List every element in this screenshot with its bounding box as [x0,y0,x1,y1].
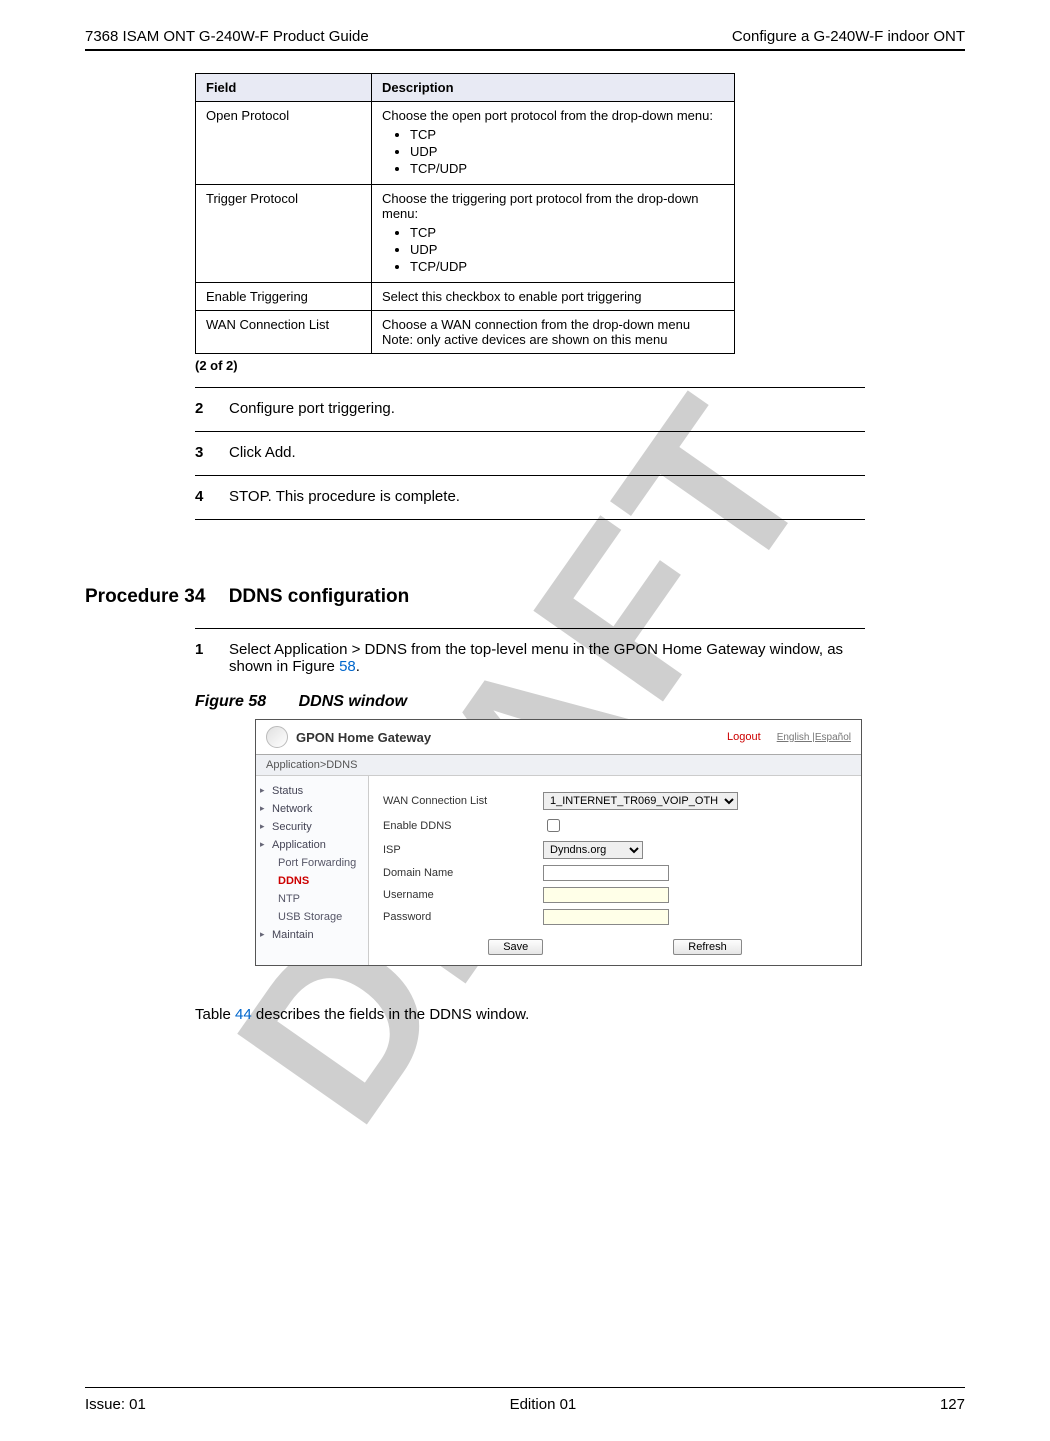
col-field: Field [196,74,372,102]
procedure-heading: Procedure 34 DDNS configuration [85,586,965,608]
language-links[interactable]: English |Español [777,732,851,743]
cell-desc: Choose a WAN connection from the drop-do… [372,311,735,354]
step-number: 2 [195,400,229,417]
cell-field: Open Protocol [196,102,372,185]
step-number: 4 [195,488,229,505]
sidebar-item-application[interactable]: Application [256,836,368,854]
figure-link[interactable]: 58 [339,658,356,675]
step: 2 Configure port triggering. [195,400,865,417]
procedure-title: DDNS configuration [229,586,410,607]
figure-title: DDNS window [299,693,407,710]
sidebar-item-network[interactable]: Network [256,800,368,818]
step-separator [195,519,865,520]
header-rule [85,49,965,51]
parameter-table: Field Description Open Protocol Choose t… [195,73,735,354]
sidebar-item-security[interactable]: Security [256,818,368,836]
domain-label: Domain Name [383,867,543,879]
breadcrumb: Application>DDNS [256,755,861,776]
step: 3 Click Add. [195,444,865,461]
isp-label: ISP [383,844,543,856]
save-button[interactable]: Save [488,939,543,955]
figure-heading: Figure 58 DDNS window [195,693,965,711]
password-input[interactable] [543,909,669,925]
step-separator [195,475,865,476]
table-link[interactable]: 44 [235,1006,252,1023]
refresh-button[interactable]: Refresh [673,939,742,955]
table-footer: (2 of 2) [195,358,965,373]
gpon-title: GPON Home Gateway [296,730,431,745]
table-row: Open Protocol Choose the open port proto… [196,102,735,185]
cell-field: Enable Triggering [196,283,372,311]
after-figure-text: Table 44 describes the fields in the DDN… [195,1006,965,1023]
procedure-label: Procedure 34 [85,586,205,607]
password-label: Password [383,911,543,923]
col-description: Description [372,74,735,102]
step-text: STOP. This procedure is complete. [229,488,460,505]
table-row: Enable Triggering Select this checkbox t… [196,283,735,311]
step-separator [195,628,865,629]
sidebar-item-ntp[interactable]: NTP [256,890,368,908]
step-separator [195,431,865,432]
username-input[interactable] [543,887,669,903]
step-text: Click Add. [229,444,296,461]
step-text: Configure port triggering. [229,400,395,417]
footer-rule [85,1387,965,1388]
logo-icon [266,726,288,748]
page-number: 127 [940,1396,965,1413]
step-number: 3 [195,444,229,461]
sidebar-item-port-forwarding[interactable]: Port Forwarding [256,854,368,872]
step: 4 STOP. This procedure is complete. [195,488,865,505]
cell-desc: Choose the triggering port protocol from… [372,185,735,283]
enable-ddns-checkbox[interactable] [547,819,560,832]
side-nav: Status Network Security Application Port… [256,776,369,965]
figure-label: Figure 58 [195,693,266,710]
doc-title-right: Configure a G-240W-F indoor ONT [732,28,965,45]
step-number: 1 [195,641,229,675]
sidebar-item-status[interactable]: Status [256,782,368,800]
domain-input[interactable] [543,865,669,881]
table-row: Trigger Protocol Choose the triggering p… [196,185,735,283]
step-text: Select Application > DDNS from the top-l… [229,641,865,675]
wan-conn-select[interactable]: 1_INTERNET_TR069_VOIP_OTH [543,792,738,810]
cell-field: WAN Connection List [196,311,372,354]
step-separator [195,387,865,388]
ddns-window-screenshot: GPON Home Gateway Logout English |Españo… [255,719,862,966]
table-row: WAN Connection List Choose a WAN connect… [196,311,735,354]
cell-field: Trigger Protocol [196,185,372,283]
cell-desc: Select this checkbox to enable port trig… [372,283,735,311]
sidebar-item-usb-storage[interactable]: USB Storage [256,908,368,926]
doc-title-left: 7368 ISAM ONT G-240W-F Product Guide [85,28,369,45]
sidebar-item-maintain[interactable]: Maintain [256,926,368,944]
logout-link[interactable]: Logout [727,731,761,743]
step: 1 Select Application > DDNS from the top… [195,641,865,675]
username-label: Username [383,889,543,901]
enable-ddns-label: Enable DDNS [383,820,543,832]
sidebar-item-ddns[interactable]: DDNS [256,872,368,890]
isp-select[interactable]: Dyndns.org [543,841,643,859]
wan-conn-label: WAN Connection List [383,795,543,807]
cell-desc: Choose the open port protocol from the d… [372,102,735,185]
footer-left: Issue: 01 [85,1396,146,1413]
footer-center: Edition 01 [510,1396,577,1413]
